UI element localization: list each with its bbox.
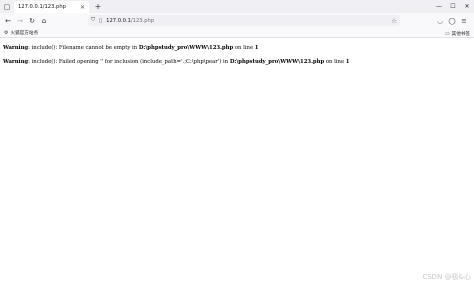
- star-icon[interactable]: ☆: [391, 17, 397, 25]
- warning-label: Warning: [3, 45, 29, 51]
- warning-file: D:\phpstudy_pro\WWW\123.php: [138, 45, 234, 51]
- pocket-icon[interactable]: ◡: [434, 14, 446, 28]
- close-window-icon[interactable]: ✕: [460, 0, 474, 13]
- account-icon[interactable]: ◯: [446, 14, 458, 28]
- back-arrow-icon[interactable]: ←: [2, 14, 14, 28]
- reload-icon[interactable]: ↻: [26, 14, 38, 28]
- forward-arrow-icon[interactable]: →: [14, 14, 26, 28]
- other-bookmarks-label: 其他书签: [451, 31, 470, 37]
- warning-text: : include(): Filename cannot be empty in: [28, 45, 139, 51]
- url-bar[interactable]: ⛉ ▯ 127.0.0.1/123.php ☆: [88, 15, 400, 26]
- warning-text: : include(): Failed opening '' for inclu…: [28, 59, 230, 65]
- url-host: 127.0.0.1: [106, 17, 131, 24]
- toolbar-right: ◡ ◯ ≡: [434, 13, 470, 29]
- other-bookmarks[interactable]: ▭ 其他书签: [445, 29, 470, 38]
- plus-icon[interactable]: +: [93, 1, 103, 12]
- gear-icon: ⚙: [4, 30, 9, 36]
- page-content: Warning: include(): Filename cannot be e…: [0, 38, 474, 285]
- warning-file: D:\phpstudy_pro\WWW\123.php: [229, 59, 325, 65]
- close-icon[interactable]: ✕: [80, 4, 85, 11]
- warning-line: 1: [345, 59, 350, 65]
- warning-message: Warning: include(): Filename cannot be e…: [3, 45, 258, 51]
- watermark: CSDN @极&心: [422, 273, 471, 281]
- browser-tab[interactable]: 127.0.0.1/123.php ✕: [14, 1, 89, 13]
- warning-line: 1: [254, 45, 259, 51]
- url-path: /123.php: [130, 17, 155, 24]
- shield-icon[interactable]: ⛉: [91, 17, 95, 24]
- warning-text: on line: [324, 59, 346, 65]
- hamburger-menu-icon[interactable]: ≡: [458, 14, 470, 28]
- bookmark-label: 火狐官方站点: [10, 31, 39, 36]
- minimize-icon[interactable]: —: [432, 0, 446, 13]
- warning-label: Warning: [3, 59, 29, 65]
- window-controls: — ☐ ✕: [432, 0, 474, 13]
- tab-title: 127.0.0.1/123.php: [18, 4, 66, 10]
- home-icon[interactable]: ⌂: [38, 14, 50, 28]
- maximize-icon[interactable]: ☐: [446, 0, 460, 13]
- page-icon[interactable]: ▯: [99, 18, 102, 24]
- bookmarks-bar: ⚙ 火狐官方站点 ▭ 其他书签: [0, 29, 474, 38]
- folder-icon: ▭: [444, 30, 450, 37]
- warning-text: on line: [233, 45, 255, 51]
- tab-list-icon[interactable]: ▢: [0, 0, 14, 13]
- bookmark-item[interactable]: ⚙ 火狐官方站点: [4, 30, 38, 36]
- warning-message: Warning: include(): Failed opening '' fo…: [3, 59, 349, 65]
